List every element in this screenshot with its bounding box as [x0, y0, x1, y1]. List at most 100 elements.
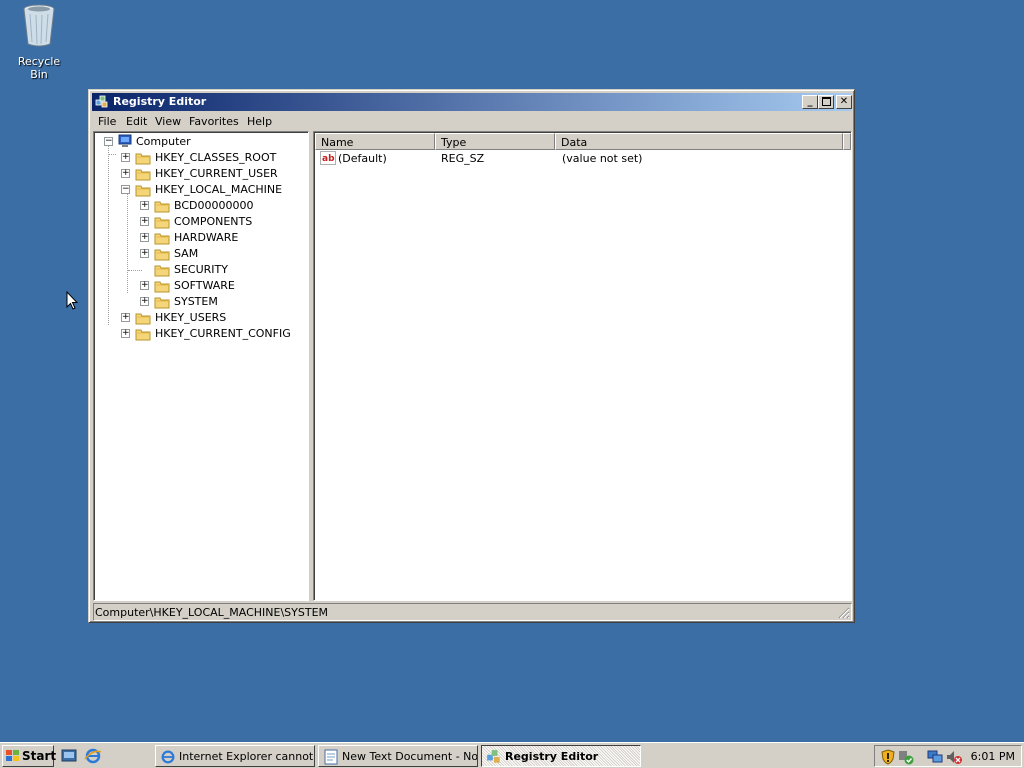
list-item[interactable]: ab (Default) REG_SZ (value not set): [316, 150, 846, 166]
tree-item-label: COMPONENTS: [174, 215, 253, 228]
column-header-label: Data: [561, 136, 588, 149]
folder-icon: [135, 313, 151, 325]
value-name: (Default): [338, 152, 387, 165]
task-label: Internet Explorer cannot...: [179, 750, 315, 763]
expand-icon[interactable]: +: [121, 169, 130, 178]
registry-editor-window: Registry Editor _ ✕ File Edit View Favor…: [88, 89, 855, 623]
start-button[interactable]: Start: [2, 745, 56, 767]
minimize-button[interactable]: _: [802, 95, 818, 109]
tree-item-label: SAM: [174, 247, 199, 260]
title-bar[interactable]: Registry Editor _ ✕: [92, 93, 852, 111]
folder-icon: [154, 233, 170, 245]
volume-muted-icon[interactable]: [945, 748, 963, 766]
collapse-icon[interactable]: −: [104, 137, 113, 146]
tree-item-label: HKEY_CURRENT_CONFIG: [155, 327, 291, 340]
task-registry-editor[interactable]: Registry Editor: [481, 745, 641, 767]
status-path: Computer\HKEY_LOCAL_MACHINE\SYSTEM: [95, 606, 329, 619]
column-header-type[interactable]: Type: [435, 133, 555, 150]
expand-icon[interactable]: +: [140, 233, 149, 242]
maximize-icon: [821, 97, 831, 106]
folder-icon: [154, 201, 170, 213]
close-button[interactable]: ✕: [836, 95, 852, 109]
notepad-icon: [324, 749, 338, 765]
open-folder-icon: [135, 185, 151, 197]
menu-favorites[interactable]: Favorites: [189, 115, 239, 128]
column-header-data[interactable]: Data: [555, 133, 843, 150]
value-type: REG_SZ: [441, 152, 485, 165]
menu-help[interactable]: Help: [247, 115, 272, 128]
maximize-button[interactable]: [818, 95, 834, 109]
folder-icon: [154, 265, 170, 277]
expand-icon[interactable]: +: [140, 217, 149, 226]
recycle-bin-icon: [23, 4, 55, 47]
windows-logo-icon: [6, 750, 19, 761]
folder-icon: [135, 169, 151, 181]
task-label: New Text Document - No...: [342, 750, 478, 763]
tree-line: [108, 154, 116, 155]
tree-item-label: HKEY_USERS: [155, 311, 227, 324]
internet-explorer-icon: [161, 750, 175, 764]
task-notepad[interactable]: New Text Document - No...: [318, 745, 478, 767]
network-icon[interactable]: [927, 748, 945, 766]
task-label: Registry Editor: [505, 750, 599, 763]
recycle-bin-label: Recycle Bin: [17, 55, 61, 81]
key-tree-pane[interactable]: − Computer + HKEY_CLASSES_ROOT + HKEY_CU…: [93, 131, 309, 601]
menu-edit[interactable]: Edit: [126, 115, 147, 128]
tree-line: [108, 146, 109, 325]
taskbar: Start Internet Explorer cannot... New Te…: [0, 742, 1024, 768]
column-header-name[interactable]: Name: [315, 133, 435, 150]
status-bar: Computer\HKEY_LOCAL_MACHINE\SYSTEM: [93, 603, 852, 621]
minimize-icon: _: [807, 96, 813, 107]
expand-icon[interactable]: +: [121, 313, 130, 322]
system-tray: 6:01 PM: [874, 745, 1022, 767]
column-header-label: Name: [321, 136, 354, 149]
tree-item-label: HKEY_CLASSES_ROOT: [155, 151, 277, 164]
string-value-icon: ab: [320, 151, 336, 165]
expand-icon[interactable]: +: [121, 153, 130, 162]
column-header-label: Type: [441, 136, 467, 149]
internet-explorer-icon[interactable]: [84, 747, 102, 765]
folder-icon: [154, 249, 170, 261]
folder-icon: [154, 217, 170, 229]
menu-view[interactable]: View: [155, 115, 181, 128]
show-desktop-icon[interactable]: [60, 747, 78, 765]
expand-icon[interactable]: +: [140, 201, 149, 210]
menu-bar: File Edit View Favorites Help: [92, 112, 851, 130]
expand-icon[interactable]: +: [140, 249, 149, 258]
close-icon: ✕: [839, 96, 849, 107]
tree-item-label: SECURITY: [174, 263, 228, 276]
clock[interactable]: 6:01 PM: [971, 750, 1015, 763]
expand-icon[interactable]: +: [140, 297, 149, 306]
folder-icon: [154, 297, 170, 309]
value-data: (value not set): [562, 152, 643, 165]
tree-item-label: Computer: [136, 135, 191, 148]
registry-editor-icon: [487, 750, 500, 763]
mouse-pointer-icon: [66, 291, 78, 310]
expand-icon[interactable]: +: [121, 329, 130, 338]
tree-line: [127, 194, 128, 293]
tree-item-label: HKEY_CURRENT_USER: [155, 167, 278, 180]
folder-icon: [135, 329, 151, 341]
folder-icon: [154, 281, 170, 293]
tree-item-label: BCD00000000: [174, 199, 254, 212]
tree-line: [128, 270, 142, 271]
tree-item-label: HKEY_LOCAL_MACHINE: [155, 183, 283, 196]
svg-text:ab: ab: [322, 154, 335, 164]
computer-icon: [118, 134, 132, 147]
menu-file[interactable]: File: [98, 115, 116, 128]
folder-icon: [135, 153, 151, 165]
collapse-icon[interactable]: −: [121, 185, 130, 194]
values-list-pane[interactable]: Name Type Data ab (Default) REG_SZ (valu…: [313, 131, 852, 601]
expand-icon[interactable]: +: [140, 281, 149, 290]
column-header-filler: [843, 133, 851, 150]
resize-grip-icon[interactable]: [838, 607, 850, 619]
security-shield-icon[interactable]: [879, 748, 897, 766]
update-status-icon[interactable]: [897, 748, 915, 766]
registry-editor-icon: [95, 95, 108, 108]
window-title: Registry Editor: [113, 95, 207, 108]
tree-item-label: SOFTWARE: [174, 279, 235, 292]
recycle-bin[interactable]: Recycle Bin: [8, 2, 70, 81]
tree-item-label: SYSTEM: [174, 295, 218, 308]
tree-item-label: HARDWARE: [174, 231, 239, 244]
task-internet-explorer[interactable]: Internet Explorer cannot...: [155, 745, 315, 767]
